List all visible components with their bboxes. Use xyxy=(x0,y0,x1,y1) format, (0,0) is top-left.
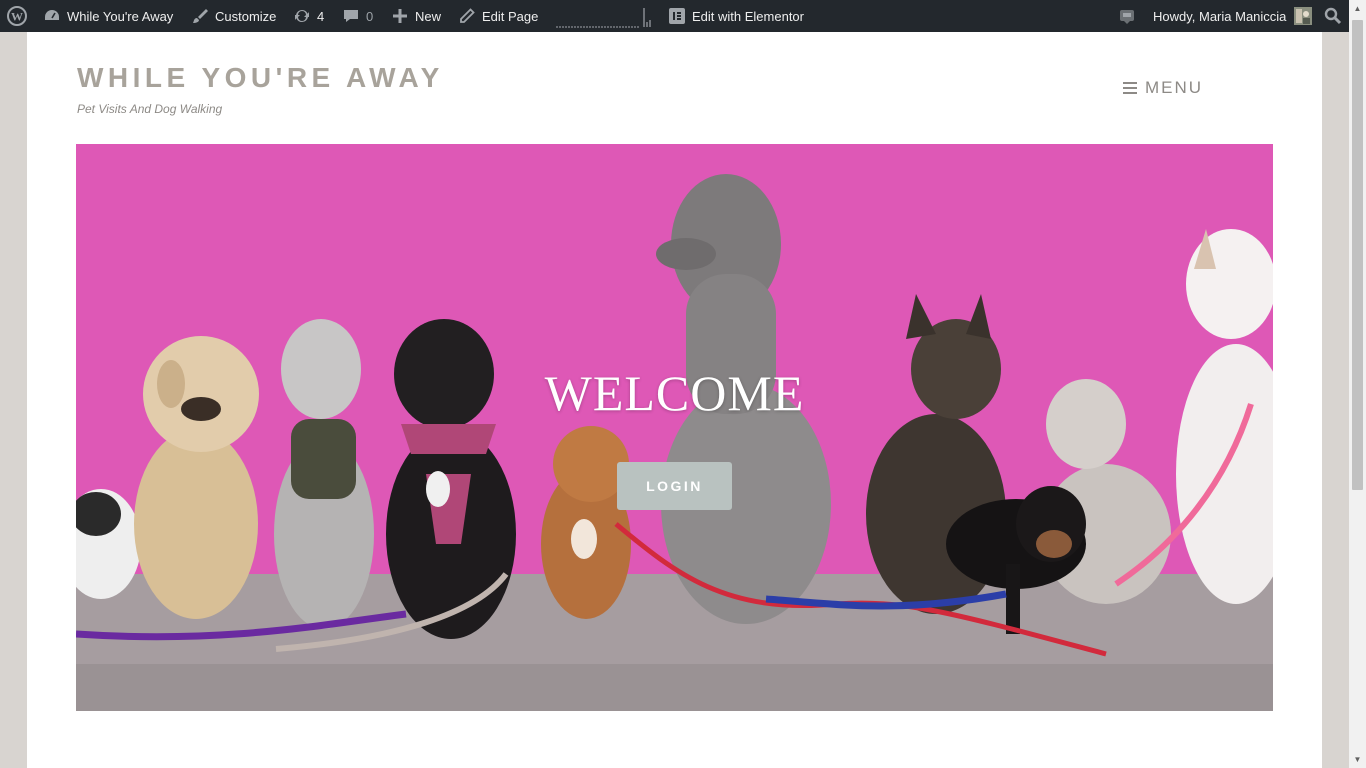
hamburger-icon xyxy=(1123,82,1137,94)
admin-bar: W While You're Away Customize 4 0 New Ed… xyxy=(0,0,1366,32)
wordpress-logo-icon[interactable]: W xyxy=(7,0,27,32)
site-name-label: While You're Away xyxy=(67,8,174,24)
avatar xyxy=(1294,7,1313,25)
site-name-menu[interactable]: While You're Away xyxy=(43,0,173,32)
my-account-menu[interactable]: Howdy, Maria Maniccia xyxy=(1153,0,1313,32)
hero-banner: WELCOME LOGIN xyxy=(76,144,1273,711)
pencil-icon xyxy=(458,7,476,25)
search-button[interactable] xyxy=(1324,0,1342,32)
hero-title: WELCOME xyxy=(544,365,805,421)
elementor-icon xyxy=(668,7,686,25)
seo-score-indicator[interactable] xyxy=(555,0,652,32)
svg-text:W: W xyxy=(11,10,23,24)
menu-toggle-button[interactable]: MENU xyxy=(1123,78,1203,98)
updates-count: 4 xyxy=(317,8,325,24)
hero-dogs-photo xyxy=(76,144,1273,711)
seo-score-graph-icon xyxy=(556,8,651,28)
elementor-link[interactable]: Edit with Elementor xyxy=(668,0,804,32)
menu-label: MENU xyxy=(1145,78,1204,97)
scroll-thumb[interactable] xyxy=(1352,20,1363,490)
comments-count: 0 xyxy=(366,8,374,24)
page-scrollbar[interactable]: ▲ ▼ xyxy=(1349,0,1366,768)
edit-page-label: Edit Page xyxy=(482,8,539,24)
elementor-label: Edit with Elementor xyxy=(692,8,804,24)
dashboard-icon xyxy=(43,7,61,25)
updates-link[interactable]: 4 xyxy=(293,0,324,32)
updates-icon xyxy=(293,7,311,25)
search-icon xyxy=(1324,7,1342,25)
plus-icon xyxy=(391,7,409,25)
site-title[interactable]: WHILE YOU'RE AWAY xyxy=(77,62,444,94)
edit-page-link[interactable]: Edit Page xyxy=(458,0,538,32)
customize-label: Customize xyxy=(215,8,277,24)
customize-link[interactable]: Customize xyxy=(191,0,276,32)
notification-icon xyxy=(1118,7,1136,25)
comments-link[interactable]: 0 xyxy=(342,0,373,32)
site-tagline: Pet Visits And Dog Walking xyxy=(77,102,223,116)
howdy-label: Howdy, Maria Maniccia xyxy=(1153,8,1287,24)
brush-icon xyxy=(191,7,209,25)
new-content-menu[interactable]: New xyxy=(391,0,441,32)
scroll-up-arrow-icon[interactable]: ▲ xyxy=(1349,0,1366,17)
scroll-down-arrow-icon[interactable]: ▼ xyxy=(1349,751,1366,768)
login-button[interactable]: LOGIN xyxy=(617,462,732,510)
new-label: New xyxy=(415,8,442,24)
page-container: WHILE YOU'RE AWAY Pet Visits And Dog Wal… xyxy=(27,32,1322,768)
notifications-button[interactable] xyxy=(1118,0,1136,32)
comment-icon xyxy=(342,7,360,25)
